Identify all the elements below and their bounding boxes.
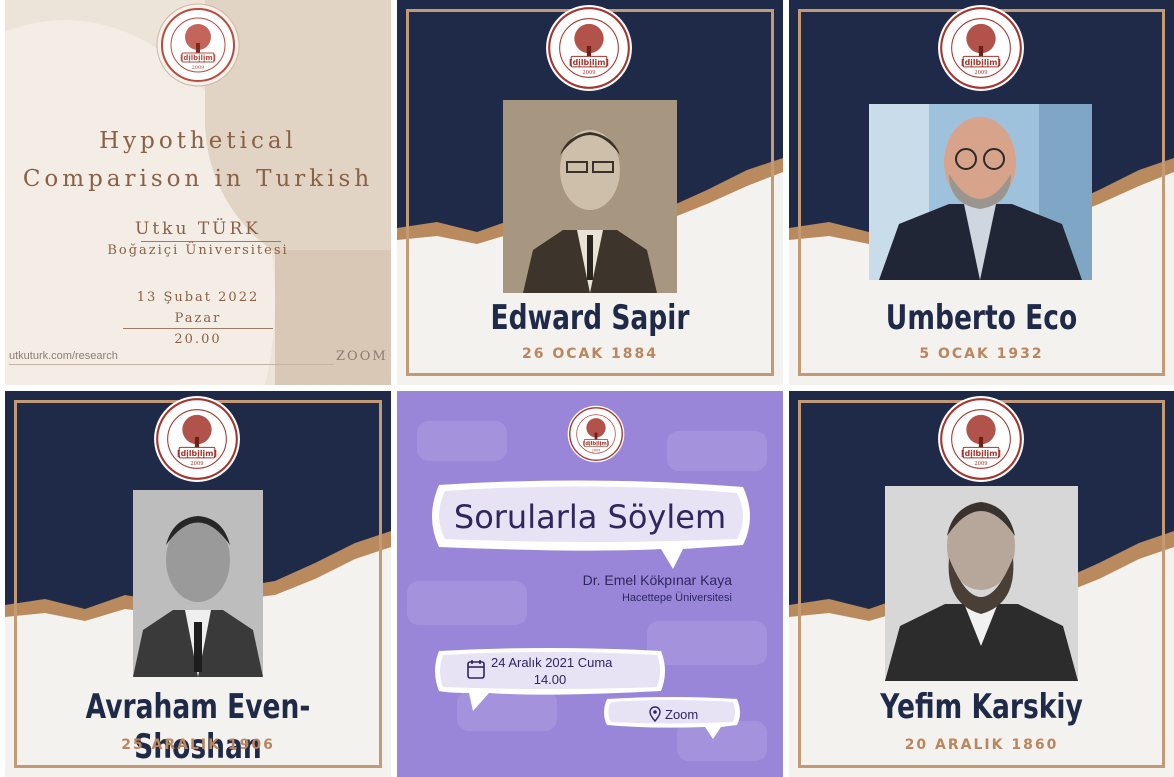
person-name: Avraham Even-Shoshan bbox=[85, 687, 311, 767]
club-seal-logo: [dịlbịlịm] 2009 bbox=[567, 405, 625, 463]
birth-date: 5 OCAK 1932 bbox=[919, 346, 1044, 362]
svg-text:[dịlbịlịm]: [dịlbịlịm] bbox=[569, 58, 609, 67]
lecture-title-line1: Hypothetical bbox=[99, 128, 297, 154]
portrait-tile-avraham-even-shoshan[interactable]: [dịlbịlịm] 2009 Avraham Even-Shoshan 25 … bbox=[5, 391, 391, 777]
portrait-tile-edward-sapir[interactable]: [dịlbịlịm] 2009 Edward Sapir 26 OCAK 188… bbox=[397, 0, 783, 385]
person-name: Yefim Karskiy bbox=[880, 687, 1083, 727]
svg-text:2009: 2009 bbox=[974, 461, 987, 467]
event-title: Sorularla Söylem bbox=[453, 498, 727, 536]
person-name: Umberto Eco bbox=[885, 298, 1078, 338]
portrait-photo bbox=[869, 104, 1092, 280]
svg-text:2009: 2009 bbox=[592, 448, 601, 452]
lecture-day: Pazar bbox=[174, 311, 222, 326]
svg-text:[dịlbịlịm]: [dịlbịlịm] bbox=[180, 54, 216, 62]
event-poster-tile[interactable]: [dịlbịlịm] 2009 Sorularla Söylem Dr. Eme… bbox=[397, 391, 783, 777]
portrait-photo bbox=[885, 486, 1078, 681]
svg-text:[dịlbịlịm]: [dịlbịlịm] bbox=[961, 58, 1001, 67]
person-name: Edward Sapir bbox=[490, 298, 690, 338]
research-url[interactable]: utkuturk.com/research bbox=[9, 350, 118, 362]
event-speaker: Dr. Emel Kökpınar Kaya bbox=[582, 572, 732, 588]
lecture-poster-tile[interactable]: [dịlbịlịm] 2009 Hypothetical Comparison … bbox=[5, 0, 391, 385]
svg-text:2009: 2009 bbox=[192, 65, 205, 71]
divider bbox=[9, 364, 334, 365]
club-seal-logo: [dịlbịlịm] 2009 bbox=[154, 396, 240, 482]
svg-text:[dịlbịlịm]: [dịlbịlịm] bbox=[961, 449, 1001, 458]
svg-text:[dịlbịlịm]: [dịlbịlịm] bbox=[583, 441, 609, 447]
divider bbox=[123, 328, 273, 329]
lecture-date: 13 Şubat 2022 bbox=[136, 290, 260, 305]
svg-text:2009: 2009 bbox=[974, 70, 987, 76]
svg-text:[dịlbịlịm]: [dịlbịlịm] bbox=[177, 449, 217, 458]
portrait-photo bbox=[133, 490, 263, 677]
event-platform: Zoom bbox=[665, 707, 699, 722]
svg-text:2009: 2009 bbox=[582, 70, 595, 76]
calendar-icon bbox=[467, 660, 485, 679]
lecture-time: 20.00 bbox=[174, 332, 222, 347]
speaker-name: Utku TÜRK bbox=[135, 219, 261, 239]
svg-text:2009: 2009 bbox=[190, 461, 203, 467]
portrait-tile-yefim-karskiy[interactable]: [dịlbịlịm] 2009 Yefim Karskiy 20 ARALIK … bbox=[789, 391, 1174, 777]
birth-date: 20 ARALIK 1860 bbox=[904, 737, 1059, 753]
club-seal-logo: [dịlbịlịm] 2009 bbox=[156, 3, 240, 87]
birth-date: 26 OCAK 1884 bbox=[521, 346, 659, 362]
lecture-title-line2: Comparison in Turkish bbox=[22, 166, 374, 192]
club-seal-logo: [dịlbịlịm] 2009 bbox=[938, 396, 1024, 482]
event-time: 14.00 bbox=[533, 672, 567, 687]
divider bbox=[141, 241, 281, 242]
birth-date: 25 ARALIK 1906 bbox=[121, 737, 275, 753]
club-seal-logo: [dịlbịlịm] 2009 bbox=[546, 5, 632, 91]
location-pin-icon bbox=[649, 706, 661, 722]
platform-label: ZOOM bbox=[336, 349, 388, 364]
portrait-photo bbox=[503, 100, 677, 293]
speaker-affiliation: Boğaziçi Üniversitesi bbox=[107, 243, 289, 258]
club-seal-logo: [dịlbịlịm] 2009 bbox=[938, 5, 1024, 91]
portrait-tile-umberto-eco[interactable]: [dịlbịlịm] 2009 Umberto Eco 5 OCAK 1932 bbox=[789, 0, 1174, 385]
event-affiliation: Hacettepe Üniversitesi bbox=[621, 592, 732, 604]
event-date: 24 Aralık 2021 Cuma bbox=[491, 655, 613, 670]
